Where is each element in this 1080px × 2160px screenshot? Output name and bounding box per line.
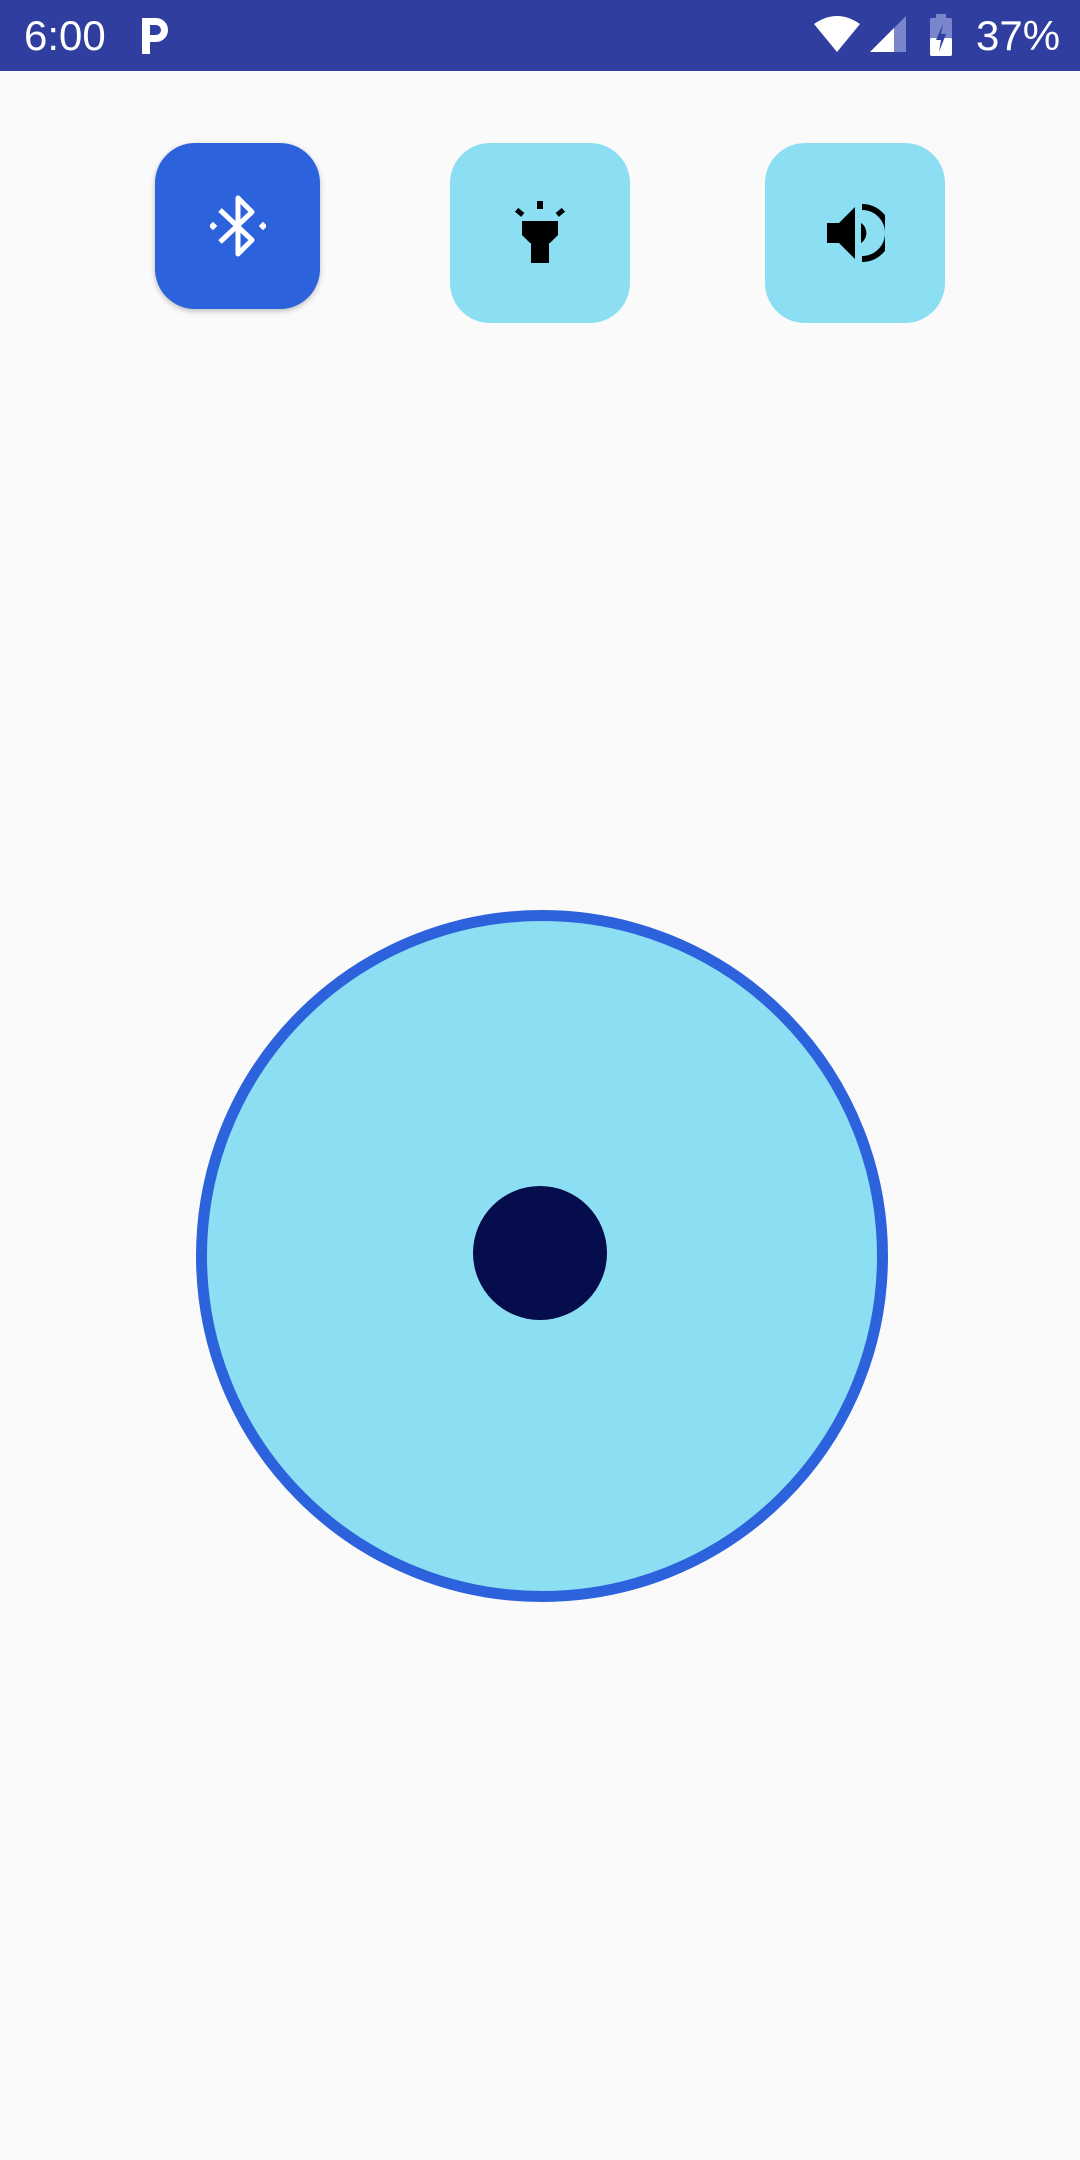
bluetooth-toggle-button[interactable] [155, 143, 320, 309]
battery-percentage: 37% [976, 12, 1061, 59]
cell-signal-icon [868, 14, 908, 54]
battery-charging-icon [928, 14, 954, 58]
bluetooth-icon [209, 194, 266, 258]
volume-icon [825, 203, 885, 263]
status-time: 6:00 [24, 12, 106, 59]
joystick-knob[interactable] [473, 1186, 607, 1320]
sound-toggle-button[interactable] [765, 143, 945, 323]
wifi-icon [812, 14, 862, 54]
flashlight-icon [514, 201, 566, 265]
parking-app-icon [138, 14, 172, 58]
status-bar: 6:00 37% [0, 0, 1080, 71]
flashlight-toggle-button[interactable] [450, 143, 630, 323]
